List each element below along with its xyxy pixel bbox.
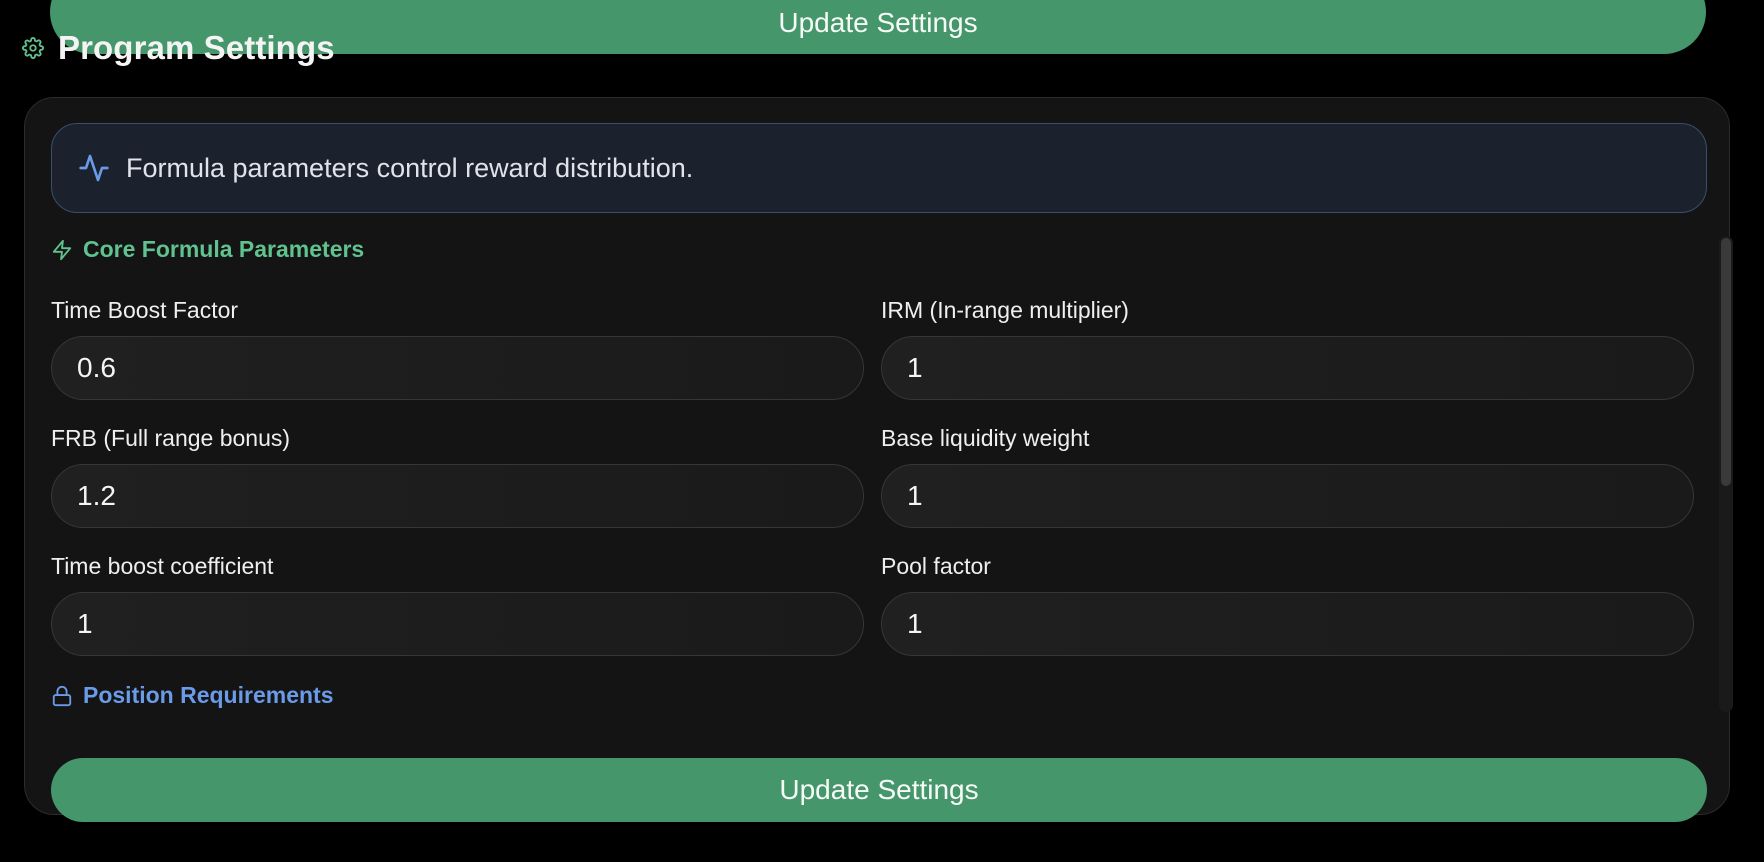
section-core-formula: Core Formula Parameters <box>51 236 364 263</box>
field-time-boost-coefficient: Time boost coefficient <box>51 552 864 656</box>
settings-card: Formula parameters control reward distri… <box>24 97 1733 822</box>
settings-scroll-area[interactable]: Core Formula Parameters Time Boost Facto… <box>51 236 1733 732</box>
info-text: Formula parameters control reward distri… <box>126 152 694 183</box>
field-frb: FRB (Full range bonus) <box>51 424 864 528</box>
scrollbar[interactable] <box>1719 236 1733 712</box>
field-label: Pool factor <box>881 553 991 579</box>
scrollbar-thumb[interactable] <box>1721 238 1731 486</box>
section-position-requirements: Position Requirements <box>51 682 333 709</box>
field-label: Time boost coefficient <box>51 553 274 579</box>
field-base-liquidity-weight: Base liquidity weight <box>881 424 1694 528</box>
info-banner: Formula parameters control reward distri… <box>51 123 1707 213</box>
field-label: Base liquidity weight <box>881 425 1090 451</box>
section-core-title: Core Formula Parameters <box>83 236 365 262</box>
field-label: IRM (In-range multiplier) <box>881 297 1129 323</box>
page-title: Program Settings <box>58 29 335 66</box>
time-boost-factor-input[interactable] <box>51 336 864 400</box>
base-liquidity-weight-input[interactable] <box>881 464 1694 528</box>
section-position-title: Position Requirements <box>83 682 334 708</box>
page-header: Program Settings <box>22 28 335 68</box>
field-irm: IRM (In-range multiplier) <box>881 296 1694 400</box>
pool-factor-input[interactable] <box>881 592 1694 656</box>
irm-input[interactable] <box>881 336 1694 400</box>
lightning-icon <box>51 239 73 261</box>
field-time-boost-factor: Time Boost Factor <box>51 296 864 400</box>
lock-icon <box>51 685 73 707</box>
field-label: Time Boost Factor <box>51 297 239 323</box>
field-pool-factor: Pool factor <box>881 552 1694 656</box>
gear-icon <box>22 37 44 59</box>
time-boost-coefficient-input[interactable] <box>51 592 864 656</box>
field-label: FRB (Full range bonus) <box>51 425 291 451</box>
update-settings-button[interactable]: Update Settings <box>51 758 1707 822</box>
frb-input[interactable] <box>51 464 864 528</box>
activity-icon <box>78 152 110 184</box>
